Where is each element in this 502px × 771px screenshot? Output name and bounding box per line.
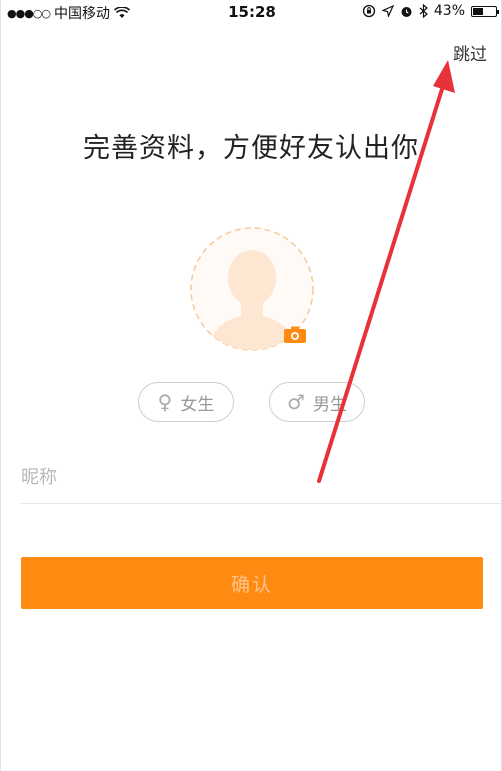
- page-title: 完善资料，方便好友认出你: [83, 133, 419, 164]
- gender-female-label: 女生: [180, 394, 215, 415]
- gender-male-option[interactable]: ♂ 男生: [269, 382, 365, 422]
- bluetooth-icon: [419, 4, 428, 18]
- battery-percent: 43%: [433, 3, 465, 19]
- location-icon: [381, 5, 394, 17]
- confirm-button[interactable]: 确认: [21, 557, 483, 609]
- alarm-icon: [401, 6, 412, 17]
- annotation-arrow: [317, 60, 455, 483]
- profile-setup-screen: ●●●○○ 中国移动 15:28 43% 跳过 完善资料，方便好友认出你 ♀ 女…: [0, 0, 502, 771]
- status-bar: ●●●○○ 中国移动 15:28 43%: [1, 0, 502, 24]
- gender-female-option[interactable]: ♀ 女生: [138, 382, 234, 422]
- status-right: 43%: [362, 3, 499, 19]
- orientation-lock-icon: [362, 4, 376, 18]
- gender-male-label: 男生: [312, 394, 347, 415]
- battery-icon: [471, 5, 499, 17]
- skip-button[interactable]: 跳过: [453, 40, 487, 65]
- camera-icon[interactable]: [283, 326, 307, 344]
- nickname-field: [21, 452, 502, 504]
- nickname-input[interactable]: [21, 452, 502, 503]
- avatar-upload[interactable]: [189, 226, 315, 352]
- male-icon: ♂: [287, 390, 305, 414]
- female-icon: ♀: [157, 390, 173, 414]
